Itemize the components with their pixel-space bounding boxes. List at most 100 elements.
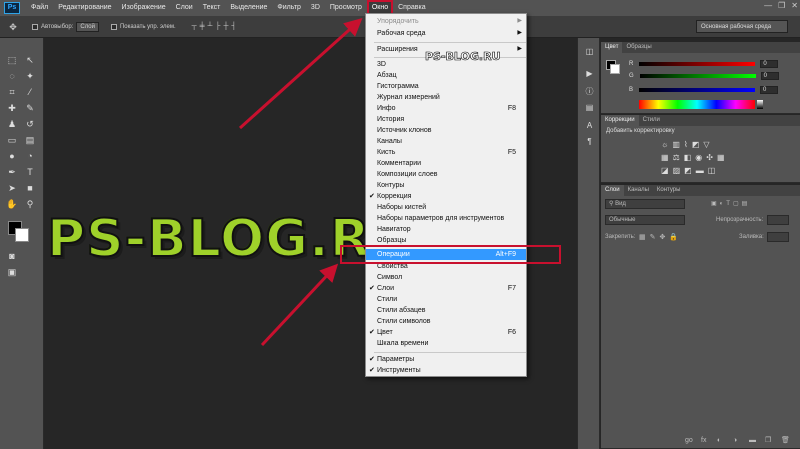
properties-panel-icon[interactable]: ▤ bbox=[584, 102, 595, 113]
paragraph-panel-icon[interactable]: ¶ bbox=[584, 136, 595, 147]
menu-item-options[interactable]: ✔ Параметры bbox=[366, 354, 526, 365]
info-panel-icon[interactable]: ⓘ bbox=[584, 86, 595, 97]
menu-edit[interactable]: Редактирование bbox=[53, 0, 116, 16]
fx-icon[interactable]: fx bbox=[701, 437, 706, 444]
show-transform-checkbox[interactable] bbox=[110, 23, 117, 30]
filter-type-icon[interactable]: T bbox=[726, 201, 733, 207]
menu-image[interactable]: Изображение bbox=[117, 0, 171, 16]
quick-mask-icon[interactable]: ◙ bbox=[6, 250, 18, 262]
tab-color[interactable]: Цвет bbox=[601, 42, 623, 53]
new-layer-icon[interactable]: ❐ bbox=[765, 436, 771, 444]
menu-item-character[interactable]: Символ bbox=[366, 272, 526, 283]
new-group-icon[interactable]: ▬ bbox=[749, 437, 756, 444]
menu-item-paragraph[interactable]: Абзац bbox=[366, 70, 526, 81]
menu-item-timeline[interactable]: Шкала времени bbox=[366, 338, 526, 349]
autoselect-checkbox[interactable] bbox=[32, 23, 38, 30]
shape-tool-icon[interactable]: ■ bbox=[24, 182, 36, 194]
menu-file[interactable]: Файл bbox=[26, 0, 53, 16]
healing-brush-icon[interactable]: ✚ bbox=[6, 102, 18, 114]
black-white-icon[interactable]: ◧ bbox=[684, 153, 696, 162]
opacity-field[interactable] bbox=[767, 215, 789, 225]
lasso-tool-icon[interactable]: ◌ bbox=[6, 70, 18, 82]
levels-icon[interactable]: ▥ bbox=[672, 140, 684, 149]
hue-saturation-icon[interactable]: ▦ bbox=[661, 153, 673, 162]
green-value-field[interactable]: 0 bbox=[760, 72, 779, 80]
filter-pixel-icon[interactable]: ▣ bbox=[711, 201, 720, 207]
menu-item-tools[interactable]: ✔ Инструменты bbox=[366, 365, 526, 376]
invert-icon[interactable]: ◪ bbox=[661, 166, 673, 175]
type-tool-icon[interactable]: T bbox=[24, 166, 36, 178]
blur-tool-icon[interactable]: ● bbox=[6, 150, 18, 162]
magic-wand-icon[interactable]: ✦ bbox=[24, 70, 36, 82]
restore-icon[interactable]: ❐ bbox=[778, 1, 785, 10]
add-mask-icon[interactable]: ◐ bbox=[717, 437, 721, 444]
menu-item-paths[interactable]: Контуры bbox=[366, 180, 526, 191]
marquee-tool-icon[interactable]: ⬚ bbox=[6, 54, 18, 66]
align-top-icon[interactable]: ┬ bbox=[192, 23, 200, 30]
menu-item-tool-presets[interactable]: Наборы параметров для инструментов bbox=[366, 213, 526, 224]
menu-item-styles[interactable]: Стили bbox=[366, 294, 526, 305]
history-brush-icon[interactable]: ↺ bbox=[24, 118, 36, 130]
zoom-tool-icon[interactable]: ⚲ bbox=[24, 198, 36, 210]
posterize-icon[interactable]: ▨ bbox=[673, 166, 685, 175]
blue-slider[interactable] bbox=[639, 88, 756, 92]
gradient-map-icon[interactable]: ▬ bbox=[696, 166, 708, 175]
threshold-icon[interactable]: ◩ bbox=[684, 166, 696, 175]
grayscale-ramp[interactable] bbox=[757, 100, 763, 109]
exposure-icon[interactable]: ◩ bbox=[692, 140, 704, 149]
blend-mode-select[interactable]: Обычные bbox=[605, 215, 685, 225]
blue-value-field[interactable]: 0 bbox=[760, 86, 779, 94]
menu-3d[interactable]: 3D bbox=[306, 0, 325, 16]
menu-item-layers[interactable]: ✔ Слои F7 bbox=[366, 283, 526, 294]
tab-layers[interactable]: Слои bbox=[601, 185, 624, 196]
path-selection-icon[interactable]: ➤ bbox=[6, 182, 18, 194]
menu-item-adjustments[interactable]: ✔ Коррекция bbox=[366, 191, 526, 202]
layer-filter-kind-select[interactable]: ⚲ Вид bbox=[605, 199, 685, 209]
tab-paths[interactable]: Контуры bbox=[653, 185, 685, 196]
menu-item-brush-presets[interactable]: Наборы кистей bbox=[366, 202, 526, 213]
adjustment-layer-icon[interactable]: ◑ bbox=[733, 437, 737, 444]
align-middle-icon[interactable]: ╪ bbox=[200, 23, 208, 30]
screen-mode-icon[interactable]: ▣ bbox=[6, 266, 18, 278]
menu-filter[interactable]: Фильтр bbox=[272, 0, 306, 16]
color-spectrum-bar[interactable] bbox=[639, 100, 755, 109]
background-color-swatch[interactable] bbox=[15, 228, 29, 242]
lock-position-icon[interactable]: ✥ bbox=[660, 234, 670, 241]
menu-item-notes[interactable]: Комментарии bbox=[366, 158, 526, 169]
gradient-tool-icon[interactable]: ▤ bbox=[24, 134, 36, 146]
filter-shape-icon[interactable]: ▢ bbox=[733, 201, 742, 207]
workspace-select[interactable]: Основная рабочая среда bbox=[696, 20, 788, 33]
menu-item-clone-source[interactable]: Источник клонов bbox=[366, 125, 526, 136]
menu-item-character-styles[interactable]: Стили символов bbox=[366, 316, 526, 327]
move-tool-icon[interactable]: ✥ bbox=[6, 20, 20, 34]
character-panel-icon[interactable]: A bbox=[584, 120, 595, 131]
autoselect-dropdown[interactable]: Слой bbox=[76, 21, 99, 32]
menu-item-workspace[interactable]: Рабочая среда ▶ bbox=[366, 28, 526, 39]
minimize-icon[interactable]: — bbox=[764, 1, 772, 10]
selective-color-icon[interactable]: ◫ bbox=[708, 166, 720, 175]
menu-layers[interactable]: Слои bbox=[171, 0, 198, 16]
filter-smart-icon[interactable]: ▤ bbox=[742, 201, 751, 207]
menu-type[interactable]: Текст bbox=[198, 0, 226, 16]
menu-item-histogram[interactable]: Гистограмма bbox=[366, 81, 526, 92]
lock-image-icon[interactable]: ✎ bbox=[650, 234, 660, 241]
menu-item-channels[interactable]: Каналы bbox=[366, 136, 526, 147]
menu-item-navigator[interactable]: Навигатор bbox=[366, 224, 526, 235]
color-balance-icon[interactable]: ⚖ bbox=[673, 153, 684, 162]
brightness-icon[interactable]: ☼ bbox=[661, 140, 672, 149]
lock-transparent-icon[interactable]: ▦ bbox=[639, 234, 650, 241]
menu-item-history[interactable]: История bbox=[366, 114, 526, 125]
lock-all-icon[interactable]: 🔒 bbox=[669, 234, 682, 241]
actions-panel-icon[interactable]: ▶ bbox=[584, 68, 595, 79]
hand-tool-icon[interactable]: ✋ bbox=[6, 198, 18, 210]
crop-tool-icon[interactable]: ⌗ bbox=[6, 86, 18, 98]
curves-icon[interactable]: ⌇ bbox=[684, 140, 692, 149]
align-bottom-icon[interactable]: ┴ bbox=[208, 23, 216, 30]
align-right-icon[interactable]: ┤ bbox=[231, 23, 239, 30]
background-color-chip[interactable] bbox=[610, 64, 620, 74]
menu-item-layer-comps[interactable]: Композиции слоев bbox=[366, 169, 526, 180]
green-slider[interactable] bbox=[639, 74, 756, 78]
menu-item-color[interactable]: ✔ Цвет F6 bbox=[366, 327, 526, 338]
fill-field[interactable] bbox=[767, 232, 789, 242]
photo-filter-icon[interactable]: ◉ bbox=[695, 153, 706, 162]
